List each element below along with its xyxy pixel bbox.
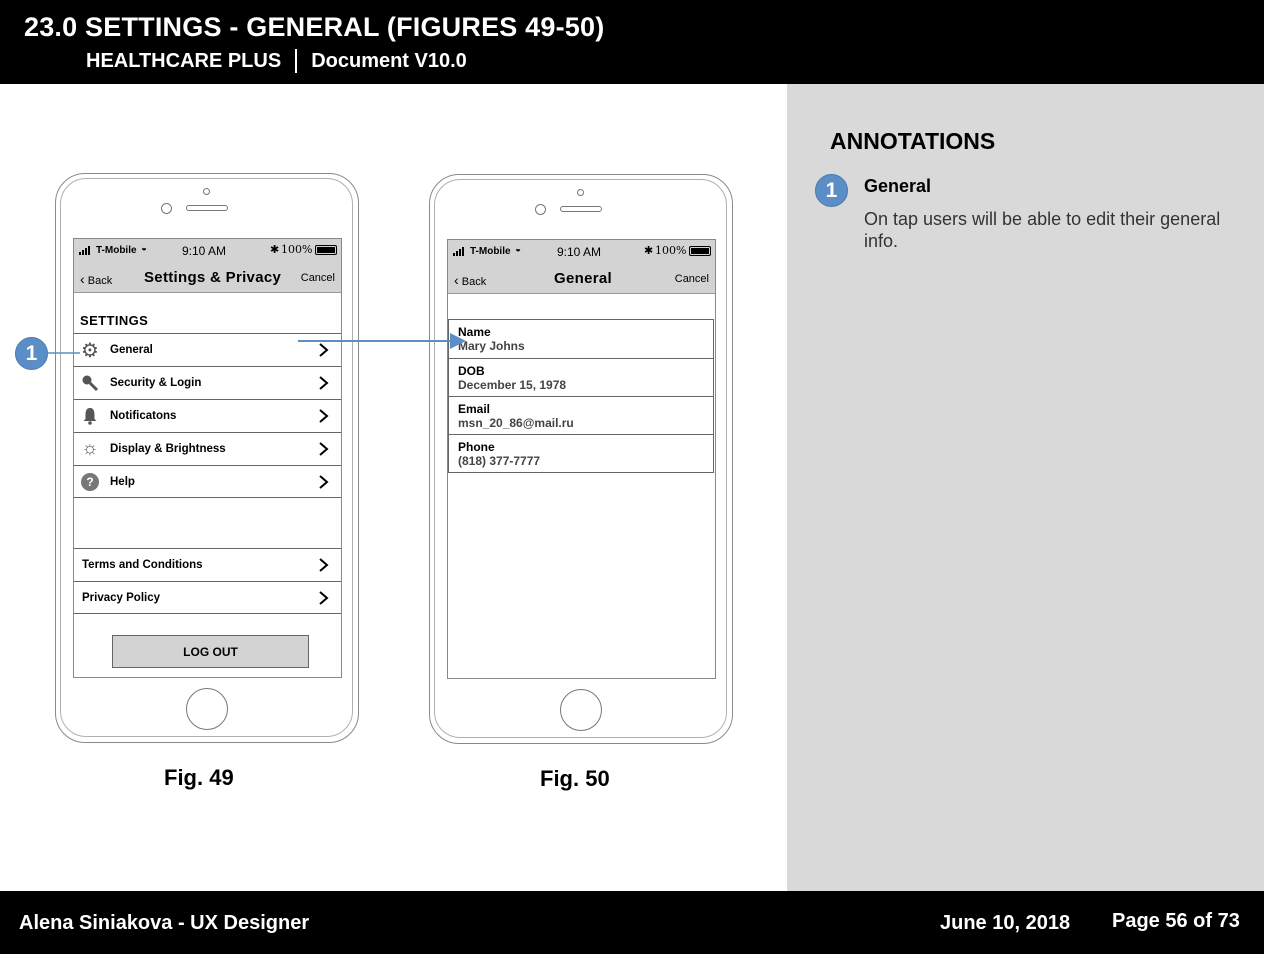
figure-caption-49: Fig. 49 [164, 765, 234, 790]
chevron-right-icon [317, 557, 331, 573]
annotations-title: ANNOTATIONS [830, 128, 996, 154]
settings-item-notifications[interactable]: Notificatons [74, 399, 341, 432]
general-info-form: Name Mary Johns DOB December 15, 1978 Em… [448, 319, 714, 473]
document-footer: Alena Siniakova - UX Designer June 10, 2… [0, 891, 1264, 954]
screen-settings-privacy: T-Mobile ◒ 9:10 AM ✱ 100% ‹ Back Setting… [73, 238, 342, 678]
signal-icon [79, 246, 93, 255]
cancel-button[interactable]: Cancel [301, 272, 335, 284]
settings-item-label: General [110, 344, 153, 356]
settings-item-terms[interactable]: Terms and Conditions [74, 548, 341, 581]
bluetooth-icon: ✱ [270, 244, 280, 256]
settings-item-general[interactable]: ⚙ General [74, 333, 341, 366]
document-subtitle: HEALTHCARE PLUS Document V10.0 [86, 49, 467, 73]
phone-camera [161, 203, 172, 214]
annotation-number-badge: 1 [815, 174, 848, 207]
settings-item-help[interactable]: ? Help [74, 465, 341, 498]
bell-icon [80, 406, 100, 426]
phone-speaker [560, 206, 602, 212]
back-button[interactable]: ‹ Back [80, 271, 112, 287]
key-icon [80, 373, 100, 393]
field-label: DOB [458, 364, 485, 378]
chevron-right-icon [317, 474, 331, 490]
project-name: HEALTHCARE PLUS [86, 49, 282, 72]
gear-icon: ⚙ [81, 339, 99, 362]
phone-speaker [186, 205, 228, 211]
chevron-right-icon [317, 408, 331, 424]
document-version: Document V10.0 [311, 49, 467, 72]
field-label: Phone [458, 440, 495, 454]
status-time: 9:10 AM [557, 245, 602, 259]
field-phone[interactable]: Phone (818) 377-7777 [449, 434, 713, 472]
back-button[interactable]: ‹ Back [454, 272, 486, 288]
phone-frame-fig50: T-Mobile ◒ 9:10 AM ✱ 100% ‹ Back General… [429, 174, 733, 744]
name-value[interactable]: Mary Johns [458, 339, 525, 353]
phone-frame-fig49: T-Mobile ◒ 9:10 AM ✱ 100% ‹ Back Setting… [55, 173, 359, 743]
settings-item-label: Display & Brightness [110, 443, 226, 455]
battery-percent: 100% [281, 243, 313, 256]
footer-author: Alena Siniakova - UX Designer [19, 912, 310, 934]
field-label: Name [458, 325, 491, 339]
settings-item-label: Help [110, 476, 135, 488]
wifi-icon: ◒ [515, 244, 522, 255]
logout-button[interactable]: LOG OUT [112, 635, 309, 668]
navigation-bar: ‹ Back Settings & Privacy Cancel [74, 263, 341, 293]
annotations-panel: ANNOTATIONS 1 General On tap users will … [787, 84, 1264, 891]
annotation-text: On tap users will be able to edit their … [864, 209, 1221, 251]
callout-badge: 1 [15, 337, 48, 370]
status-bar: T-Mobile ◒ 9:10 AM ✱ 100% [448, 240, 715, 264]
field-label: Email [458, 402, 491, 416]
home-button[interactable] [186, 688, 228, 730]
chevron-right-icon [317, 590, 331, 606]
nav-title: Settings & Privacy [144, 269, 282, 286]
back-label: Back [87, 275, 113, 287]
chevron-right-icon [317, 441, 331, 457]
phone-camera [535, 204, 546, 215]
bluetooth-icon: ✱ [644, 245, 654, 257]
back-label: Back [461, 276, 487, 288]
settings-item-security[interactable]: Security & Login [74, 366, 341, 399]
subtitle-divider [295, 49, 298, 73]
document-title: 23.0 SETTINGS - GENERAL (FIGURES 49-50) [24, 12, 605, 42]
settings-item-label: Notificatons [110, 410, 177, 422]
carrier-name: T-Mobile [96, 245, 137, 256]
email-value[interactable]: msn_20_86@mail.ru [458, 416, 574, 430]
wifi-icon: ◒ [141, 243, 148, 254]
battery-percent: 100% [655, 244, 687, 257]
nav-title: General [554, 270, 612, 287]
dob-value[interactable]: December 15, 1978 [458, 378, 566, 392]
settings-item-label: Terms and Conditions [82, 559, 203, 571]
phone-value[interactable]: (818) 377-7777 [458, 454, 540, 468]
footer-page-number: Page 56 of 73 [1112, 910, 1240, 932]
section-heading: SETTINGS [80, 313, 149, 328]
field-dob[interactable]: DOB December 15, 1978 [449, 358, 713, 396]
help-icon: ? [80, 472, 100, 492]
settings-item-display[interactable]: ☼ Display & Brightness [74, 432, 341, 465]
annotation-heading: General [864, 176, 932, 196]
battery-icon [689, 246, 711, 256]
field-name[interactable]: Name Mary Johns [449, 320, 713, 358]
status-bar: T-Mobile ◒ 9:10 AM ✱ 100% [74, 239, 341, 263]
battery-icon [315, 245, 337, 255]
phone-sensor [203, 188, 210, 195]
chevron-left-icon: ‹ [80, 271, 85, 287]
navigation-bar: ‹ Back General Cancel [448, 264, 715, 294]
screen-general: T-Mobile ◒ 9:10 AM ✱ 100% ‹ Back General… [447, 239, 716, 679]
settings-item-privacy[interactable]: Privacy Policy [74, 581, 341, 614]
status-time: 9:10 AM [182, 244, 227, 258]
field-email[interactable]: Email msn_20_86@mail.ru [449, 396, 713, 434]
cancel-button[interactable]: Cancel [675, 273, 709, 285]
chevron-left-icon: ‹ [454, 272, 459, 288]
signal-icon [453, 247, 467, 256]
settings-item-label: Security & Login [110, 377, 202, 389]
document-header: 23.0 SETTINGS - GENERAL (FIGURES 49-50) … [0, 0, 1264, 84]
home-button[interactable] [560, 689, 602, 731]
phone-sensor [577, 189, 584, 196]
chevron-right-icon [317, 342, 331, 358]
carrier-name: T-Mobile [470, 246, 511, 257]
footer-date: June 10, 2018 [940, 912, 1071, 934]
figure-caption-50: Fig. 50 [540, 766, 610, 791]
settings-item-label: Privacy Policy [82, 592, 160, 604]
sun-icon: ☼ [81, 438, 99, 459]
chevron-right-icon [317, 375, 331, 391]
